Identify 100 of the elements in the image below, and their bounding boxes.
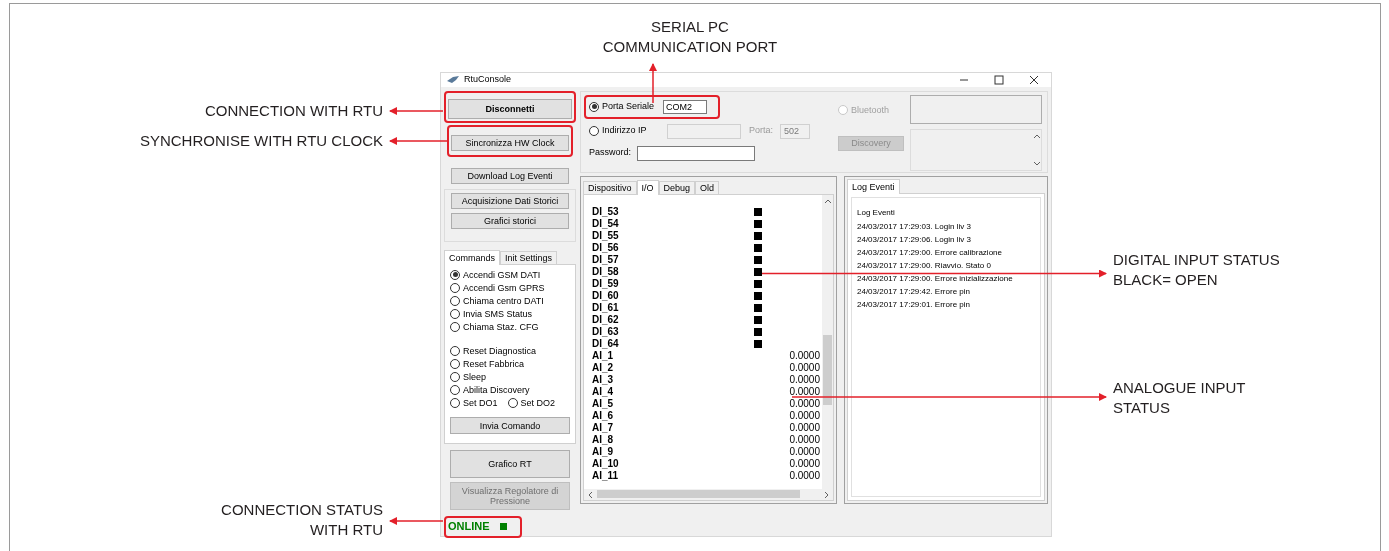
- analog-input-name: AI_8: [592, 433, 615, 446]
- radio-button[interactable]: [450, 295, 460, 306]
- scroll-up-icon[interactable]: [824, 197, 831, 205]
- analog-input-name: AI_10: [592, 457, 620, 470]
- analog-input-value: 0.0000: [789, 445, 820, 458]
- callout-label: SERIAL PC COMMUNICATION PORT: [601, 17, 779, 57]
- radio-button[interactable]: [450, 397, 460, 408]
- password-field[interactable]: [637, 145, 756, 161]
- radio-button[interactable]: [450, 358, 460, 369]
- scroll-thumb[interactable]: [597, 490, 800, 498]
- radio-button[interactable]: [450, 308, 460, 319]
- analog-input-value: 0.0000: [789, 433, 820, 446]
- disconnect-button[interactable]: Disconnetti: [448, 98, 572, 119]
- tab[interactable]: Old: [695, 180, 720, 194]
- scroll-thumb[interactable]: [823, 334, 832, 405]
- radio-label: Chiama Staz. CFG: [463, 320, 539, 333]
- analog-input-value: 0.0000: [789, 349, 820, 362]
- radio-label: Accendi Gsm GPRS: [463, 281, 545, 294]
- bird-logo-icon: [447, 75, 459, 84]
- analog-input-value: 0.0000: [789, 361, 820, 374]
- close-icon[interactable]: [1029, 74, 1039, 85]
- radio-button[interactable]: [450, 282, 460, 293]
- log-entry: 24/03/2017 17:29:00. Errore inizializzazione: [857, 273, 1014, 284]
- password-label: Password:: [589, 146, 632, 160]
- scroll-up-icon[interactable]: [1032, 132, 1040, 140]
- log-entry: 24/03/2017 17:29:42. Errore pin: [857, 286, 971, 297]
- log-entry: 24/03/2017 17:29:03. Login liv 3: [857, 221, 972, 232]
- serial-port-field[interactable]: COM2: [663, 99, 708, 114]
- log-entry: 24/03/2017 17:29:00. Errore calibrazione: [857, 247, 1003, 258]
- radio-label: Indirizzo IP: [602, 124, 648, 138]
- callout-label: DIGITAL INPUT STATUS BLACK= OPEN: [1113, 250, 1280, 290]
- tab[interactable]: Dispositivo: [583, 180, 637, 194]
- horizontal-scrollbar[interactable]: [584, 488, 833, 500]
- radio-button[interactable]: [450, 345, 460, 356]
- log-entry: 24/03/2017 17:29:00. Riavvio. Stato 0: [857, 260, 992, 271]
- analog-input-name: AI_7: [592, 421, 615, 434]
- tab[interactable]: Debug: [658, 180, 696, 194]
- maximize-icon[interactable]: [994, 74, 1004, 85]
- digital-input-name: DI_62: [592, 313, 620, 326]
- radio-button[interactable]: [589, 101, 599, 112]
- radio-label: Abilita Discovery: [463, 383, 530, 396]
- digital-input-name: DI_64: [592, 337, 620, 350]
- radio-button[interactable]: [450, 321, 460, 332]
- callout-label: CONNECTION STATUS WITH RTU: [221, 500, 383, 540]
- radio-label: Set DO2: [520, 396, 556, 409]
- history-button[interactable]: Grafici storici: [451, 212, 569, 229]
- radio-button[interactable]: [507, 397, 518, 408]
- analog-input-name: AI_5: [592, 397, 615, 410]
- radio-button[interactable]: [450, 384, 460, 395]
- digital-input-name: DI_61: [592, 301, 620, 314]
- download-log-button[interactable]: Download Log Eventi: [451, 167, 569, 184]
- callout-label: ANALOGUE INPUT STATUS: [1113, 378, 1246, 418]
- digital-input-name: DI_58: [592, 265, 620, 278]
- analog-input-value: 0.0000: [789, 385, 820, 398]
- analog-input-name: AI_1: [592, 349, 615, 362]
- callout-label: SYNCHRONISE WITH RTU CLOCK: [139, 131, 383, 151]
- radio-label: Bluetooth: [851, 103, 890, 117]
- scroll-right-icon[interactable]: [823, 490, 830, 498]
- analog-input-value: 0.0000: [789, 469, 820, 482]
- digital-input-name: DI_53: [592, 205, 620, 218]
- radio-label: Invia SMS Status: [463, 307, 533, 320]
- radio-button[interactable]: [450, 371, 460, 382]
- radio-button[interactable]: [450, 269, 460, 280]
- radio-label: Sleep: [463, 370, 487, 383]
- analog-input-value: 0.0000: [789, 373, 820, 386]
- scroll-down-icon[interactable]: [1032, 159, 1040, 167]
- tab[interactable]: Init Settings: [500, 250, 558, 264]
- vertical-scrollbar[interactable]: [822, 194, 833, 489]
- radio-label: Reset Diagnostica: [463, 344, 537, 357]
- log-entry: 24/03/2017 17:29:01. Errore pin: [857, 299, 971, 310]
- history-button[interactable]: Acquisizione Dati Storici: [451, 192, 569, 209]
- tab[interactable]: Commands: [444, 249, 500, 265]
- connection-status: ONLINE: [448, 519, 490, 535]
- tab[interactable]: I/O: [636, 179, 659, 195]
- sync-clock-button[interactable]: Sincronizza HW Clock: [451, 134, 569, 151]
- analog-input-value: 0.0000: [789, 409, 820, 422]
- analog-input-name: AI_11: [592, 469, 620, 482]
- radio-label: Accendi GSM DATI: [463, 268, 541, 281]
- analog-input-name: AI_6: [592, 409, 615, 422]
- digital-input-name: DI_59: [592, 277, 620, 290]
- port-label: Porta:: [749, 124, 773, 138]
- radio-label: Reset Fabbrica: [463, 357, 525, 370]
- log-entry: 24/03/2017 17:29:06. Login liv 3: [857, 234, 972, 245]
- radio-label: Set DO1: [463, 396, 498, 409]
- scroll-left-icon[interactable]: [587, 490, 594, 498]
- analog-input-name: AI_4: [592, 385, 615, 398]
- digital-input-name: DI_55: [592, 229, 620, 242]
- digital-input-name: DI_56: [592, 241, 620, 254]
- callout-label: CONNECTION WITH RTU: [204, 101, 383, 121]
- log-header: Log Eventi: [857, 206, 896, 219]
- digital-input-name: DI_57: [592, 253, 620, 266]
- send-command-button[interactable]: Invia Comando: [450, 417, 570, 434]
- chart-button[interactable]: Grafico RT: [450, 449, 570, 478]
- analog-input-name: AI_9: [592, 445, 615, 458]
- digital-input-name: DI_54: [592, 217, 620, 230]
- analog-input-value: 0.0000: [789, 421, 820, 434]
- digital-input-name: DI_63: [592, 325, 620, 338]
- radio-label: Chiama centro DATI: [463, 294, 544, 307]
- window-title: RtuConsole: [464, 73, 512, 86]
- tab[interactable]: Log Eventi: [847, 178, 900, 194]
